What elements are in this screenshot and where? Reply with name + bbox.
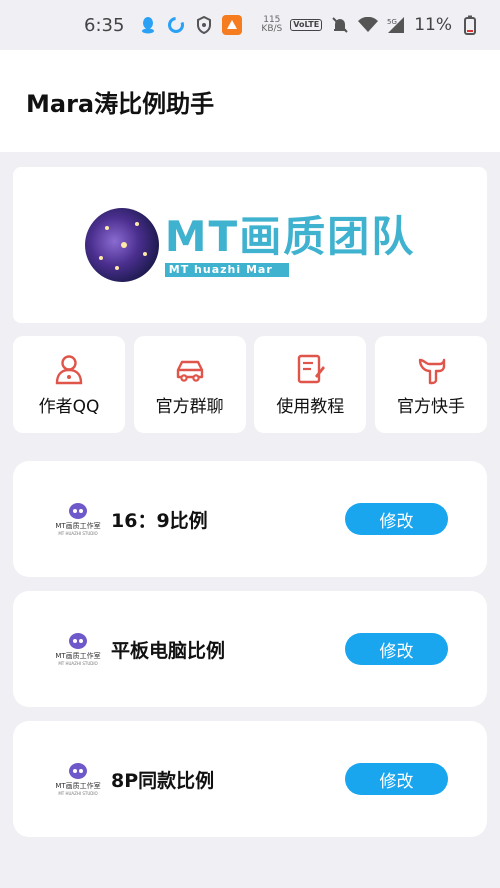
volte-badge: VoLTE — [290, 19, 323, 31]
studio-logo: MT画质工作室 MT HUAZHI STUDIO — [53, 632, 103, 666]
edit-button[interactable]: 修改 — [345, 503, 448, 535]
edit-button[interactable]: 修改 — [345, 763, 448, 795]
bell-muted-icon — [330, 15, 350, 35]
studio-logo-icon — [69, 502, 87, 519]
browser-icon — [166, 15, 186, 35]
action-official-group[interactable]: 官方群聊 — [133, 336, 246, 433]
studio-tagline: MT HUAZHI STUDIO — [58, 790, 98, 796]
studio-logo: MT画质工作室 MT HUAZHI STUDIO — [53, 762, 103, 796]
action-label: 官方快手 — [396, 397, 465, 417]
brand-logo: MT画质团队 MT huazhi Mar — [84, 208, 416, 282]
studio-logo-icon — [69, 762, 87, 779]
brand-subtitle: MT huazhi Mar — [164, 263, 289, 277]
car-icon — [176, 360, 203, 382]
kuaishou-icon — [418, 358, 446, 385]
system-icons: 115 KB/S VoLTE 5G 11% — [261, 15, 480, 35]
qq-icon — [138, 15, 158, 35]
notification-icons — [138, 15, 243, 35]
brand-name: MT画质团队 — [164, 212, 416, 261]
app-orange-icon — [222, 15, 243, 35]
status-bar: 6:35 115 KB/S VoLTE 5G 11% — [0, 0, 500, 50]
ratio-card-8p: MT画质工作室 MT HUAZHI STUDIO 8P同款比例 修改 — [13, 721, 487, 837]
brand-text: MT画质团队 MT huazhi Mar — [164, 212, 416, 277]
battery-icon — [460, 15, 480, 35]
action-tutorial[interactable]: 使用教程 — [254, 336, 367, 433]
signal-icon: 5G — [386, 15, 406, 35]
battery-percent: 11% — [414, 15, 452, 35]
net-speed: 115 KB/S — [261, 16, 282, 34]
app-header: Mara涛比例助手 — [0, 50, 500, 152]
studio-name: MT画质工作室 — [55, 781, 101, 790]
action-label: 使用教程 — [276, 397, 345, 417]
studio-tagline: MT HUAZHI STUDIO — [58, 660, 98, 666]
studio-tagline: MT HUAZHI STUDIO — [58, 530, 98, 536]
action-official-kuaishou[interactable]: 官方快手 — [374, 336, 487, 433]
ratio-title: 平板电脑比例 — [111, 639, 226, 662]
status-time: 6:35 — [84, 14, 125, 36]
studio-logo-icon — [69, 632, 87, 649]
ratio-title: 8P同款比例 — [111, 769, 215, 792]
action-label: 官方群聊 — [155, 397, 224, 417]
studio-logo: MT画质工作室 MT HUAZHI STUDIO — [53, 502, 103, 536]
ratio-card-16-9: MT画质工作室 MT HUAZHI STUDIO 16：9比例 修改 — [13, 461, 487, 577]
edit-button[interactable]: 修改 — [345, 633, 448, 665]
ratio-title: 16：9比例 — [111, 509, 208, 532]
page-title: Mara涛比例助手 — [26, 89, 215, 118]
action-author-qq[interactable]: 作者QQ — [13, 336, 125, 433]
ratio-card-tablet: MT画质工作室 MT HUAZHI STUDIO 平板电脑比例 修改 — [13, 591, 487, 707]
brand-banner: MT画质团队 MT huazhi Mar — [13, 167, 487, 323]
studio-name: MT画质工作室 — [55, 651, 101, 660]
user-icon — [55, 355, 83, 385]
document-icon — [298, 354, 326, 384]
studio-name: MT画质工作室 — [55, 521, 101, 530]
quick-actions: 作者QQ 官方群聊 使用教程 官方快手 — [13, 336, 487, 433]
network-label: 5G — [387, 18, 397, 26]
wifi-icon — [358, 15, 379, 35]
net-speed-unit: KB/S — [261, 24, 283, 34]
action-label: 作者QQ — [38, 397, 100, 417]
galaxy-logo-icon — [84, 208, 159, 282]
shield-icon — [194, 15, 214, 35]
